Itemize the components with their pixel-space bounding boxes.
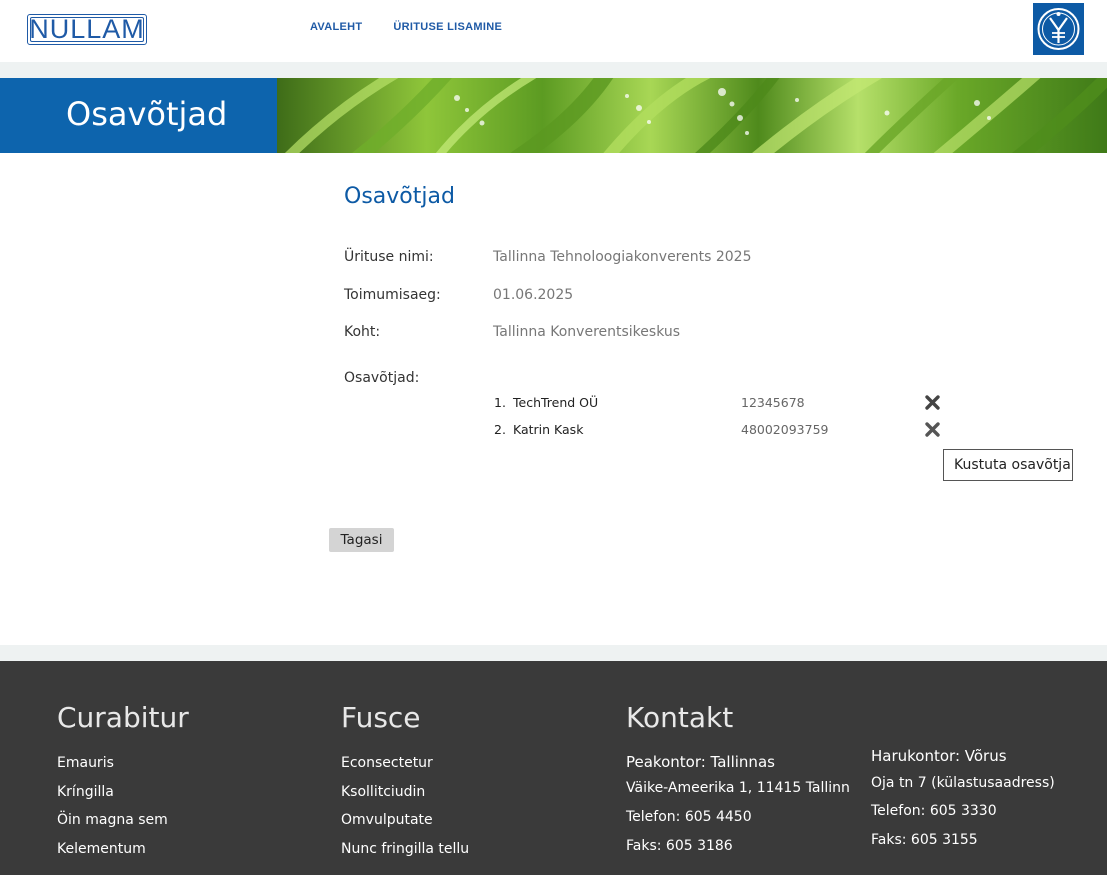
- branch-office-address: Oja tn 7 (külastusaadress): [871, 775, 1055, 791]
- branch-office-label: Harukontor: Võrus: [871, 747, 1007, 765]
- delete-tooltip: Kustuta osavõtja: [943, 449, 1073, 481]
- head-office-phone: Telefon: 605 4450: [626, 809, 752, 825]
- main-nav: AVALEHT ÜRITUSE LISAMINE: [310, 21, 502, 33]
- banner-title: Osavõtjad: [66, 95, 228, 133]
- branch-office-fax: Faks: 605 3155: [871, 832, 978, 848]
- participant-name: Katrin Kask: [513, 422, 584, 437]
- coat-of-arms-icon: [1033, 3, 1084, 55]
- footer-link[interactable]: Omvulputate: [341, 812, 433, 828]
- nullam-logo[interactable]: NULLAM: [27, 14, 147, 45]
- footer-heading-fusce: Fusce: [341, 701, 421, 734]
- delete-participant-x-icon[interactable]: [924, 394, 941, 411]
- participant-number: 2.: [494, 422, 506, 437]
- section-title: Osavõtjad: [344, 184, 455, 209]
- event-location-label: Koht:: [344, 324, 381, 340]
- grass-banner-image: [277, 78, 1107, 153]
- footer-link[interactable]: Öin magna sem: [57, 812, 168, 828]
- head-office-address: Väike-Ameerika 1, 11415 Tallinn: [626, 780, 850, 796]
- footer-link[interactable]: Emauris: [57, 755, 114, 771]
- footer-link[interactable]: Ksollitciudin: [341, 784, 425, 800]
- footer-link[interactable]: Econsectetur: [341, 755, 433, 771]
- footer-link[interactable]: Kríngilla: [57, 784, 114, 800]
- footer-link[interactable]: Kelementum: [57, 841, 146, 857]
- nav-link-add-event[interactable]: ÜRITUSE LISAMINE: [393, 21, 502, 33]
- footer-heading-curabitur: Curabitur: [57, 701, 189, 734]
- head-office-label: Peakontor: Tallinnas: [626, 753, 775, 771]
- main-content: Osavõtjad Ürituse nimi: Tallinna Tehnolo…: [0, 153, 1107, 645]
- event-time-label: Toimumisaeg:: [344, 287, 441, 303]
- footer-divider: [0, 645, 1107, 661]
- event-name-label: Ürituse nimi:: [344, 249, 434, 265]
- footer-link[interactable]: Nunc fringilla tellu: [341, 841, 469, 857]
- branch-office-phone: Telefon: 605 3330: [871, 803, 997, 819]
- head-office-fax: Faks: 605 3186: [626, 838, 733, 854]
- delete-participant-x-icon[interactable]: [924, 421, 941, 438]
- nav-link-home[interactable]: AVALEHT: [310, 21, 362, 33]
- header-divider: [0, 62, 1107, 78]
- page-banner: Osavõtjad: [0, 78, 1107, 153]
- participant-name: TechTrend OÜ: [513, 395, 599, 410]
- site-footer: Curabitur Emauris Kríngilla Öin magna se…: [0, 661, 1107, 875]
- event-time-value: 01.06.2025: [493, 287, 574, 303]
- participants-label: Osavõtjad:: [344, 370, 420, 386]
- event-location-value: Tallinna Konverentsikeskus: [493, 324, 681, 340]
- participant-number: 1.: [494, 395, 506, 410]
- participant-code: 12345678: [741, 395, 805, 410]
- participant-code: 48002093759: [741, 422, 829, 437]
- back-button[interactable]: Tagasi: [329, 528, 394, 552]
- site-header: NULLAM AVALEHT ÜRITUSE LISAMINE: [0, 0, 1107, 62]
- event-name-value: Tallinna Tehnoloogiakonverents 2025: [493, 249, 752, 265]
- banner-title-box: Osavõtjad: [0, 78, 277, 153]
- footer-heading-kontakt: Kontakt: [626, 701, 734, 734]
